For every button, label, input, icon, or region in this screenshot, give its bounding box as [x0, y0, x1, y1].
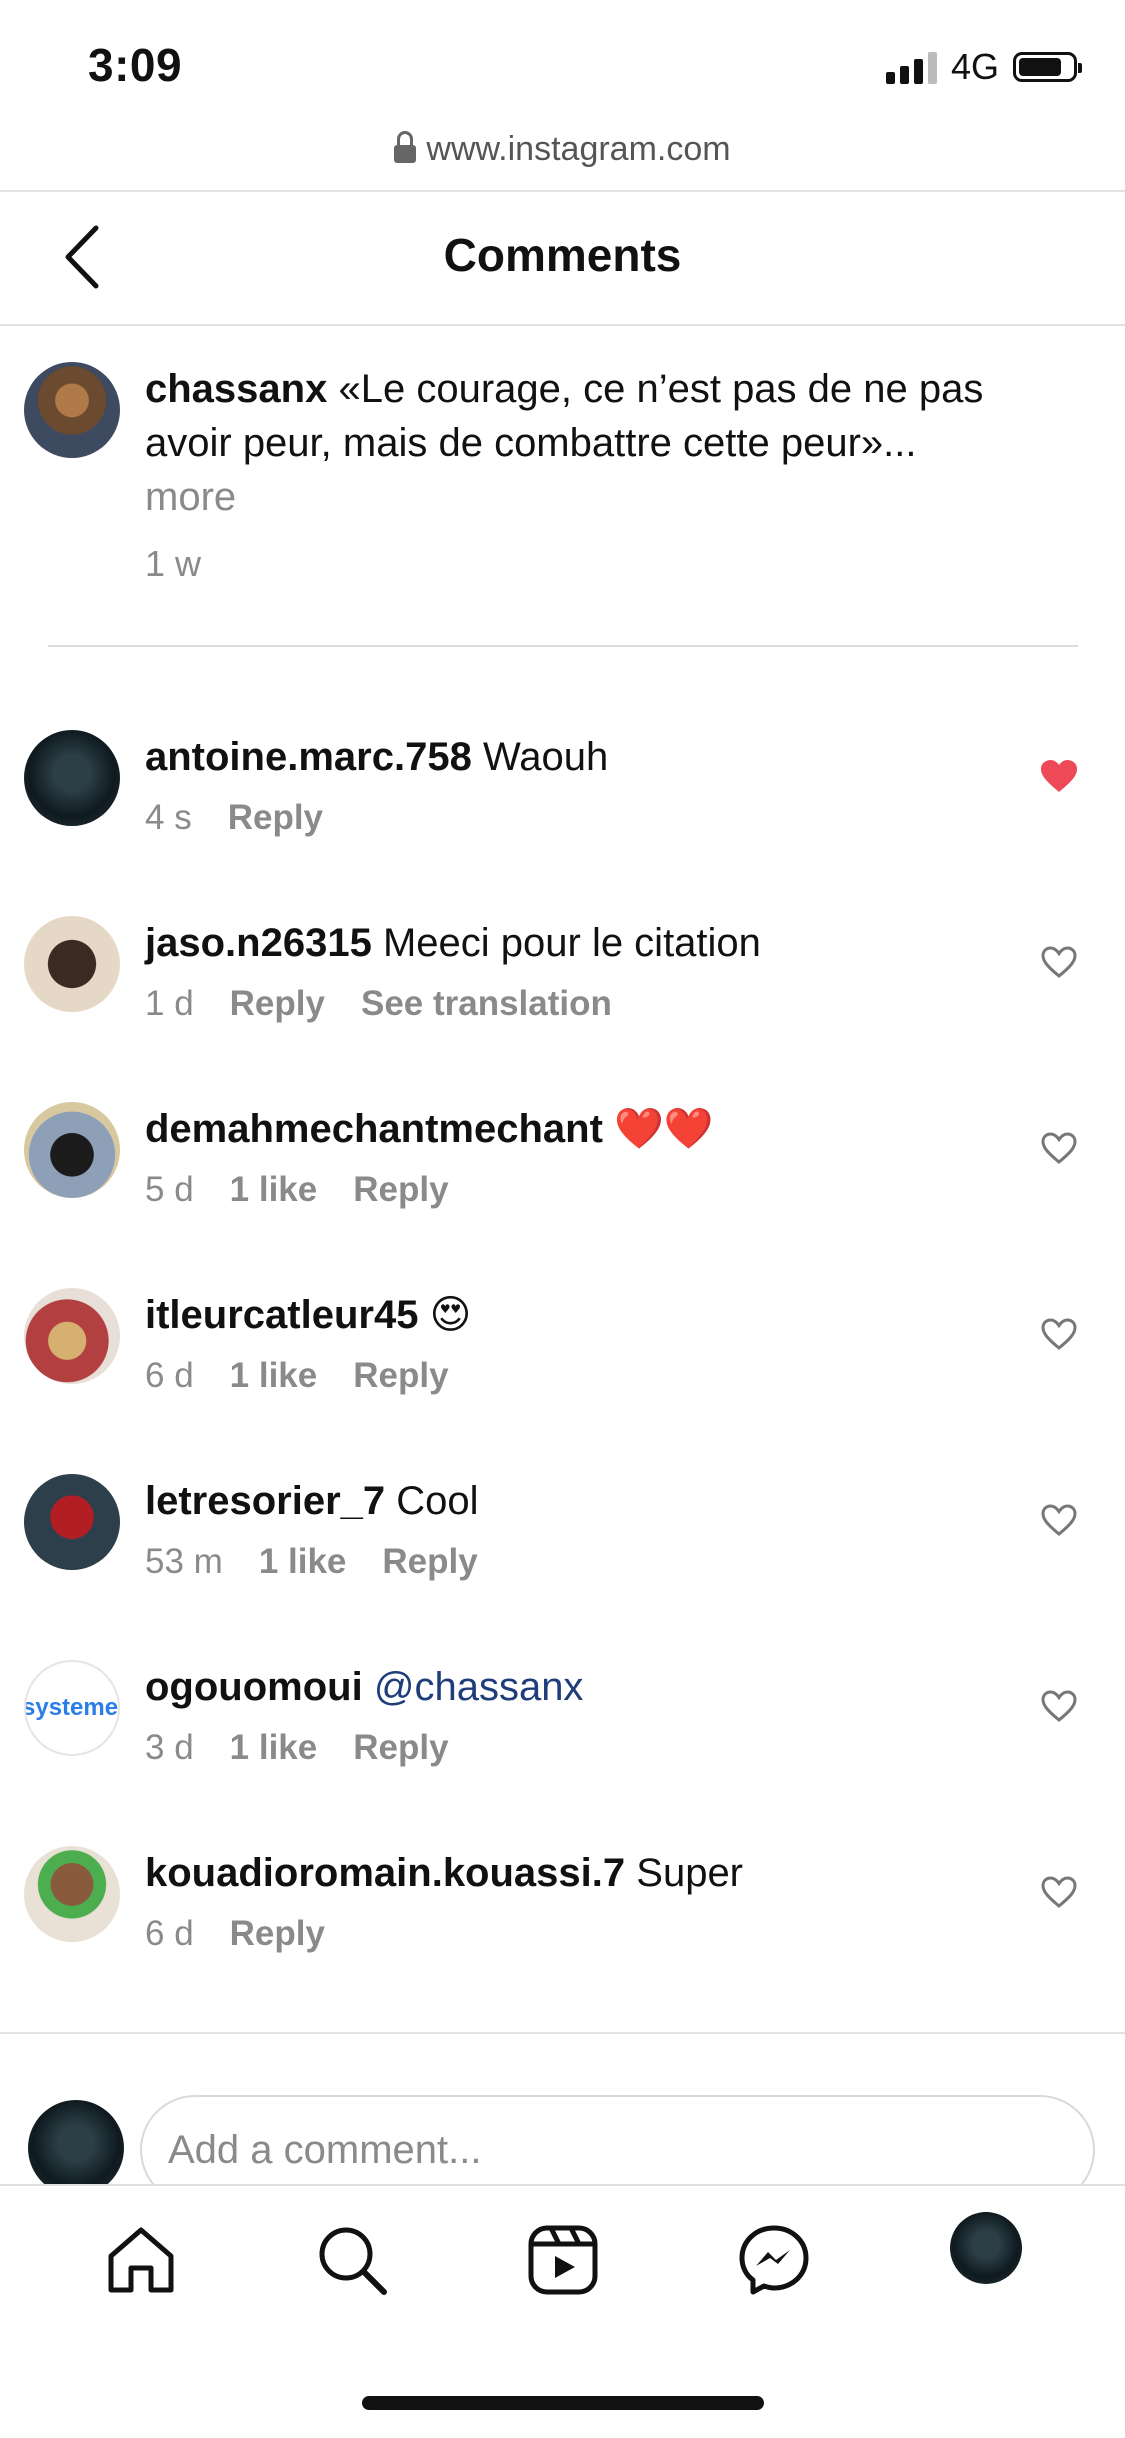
comment-text: Waouh [482, 735, 609, 779]
mention-link[interactable]: @chassanx [374, 1665, 584, 1709]
home-icon[interactable] [103, 2222, 179, 2298]
comment-item: demahmechantmechant ❤️❤️ 5 d 1 like Repl… [0, 1102, 1125, 1288]
comment-time: 5 d [145, 1170, 194, 1209]
divider [48, 645, 1078, 647]
heart-outline-icon[interactable] [1039, 1130, 1079, 1166]
reply-button[interactable]: Reply [353, 1170, 448, 1210]
avatar[interactable] [24, 730, 120, 826]
home-indicator[interactable] [362, 2396, 764, 2410]
comment-text: Meeci pour le citation [382, 921, 761, 965]
comment-username[interactable]: antoine.marc.758 [145, 735, 472, 779]
comment-input-placeholder: Add a comment... [168, 2127, 482, 2172]
reply-button[interactable]: Reply [230, 1914, 325, 1954]
reply-button[interactable]: Reply [353, 1356, 448, 1396]
comment-time: 3 d [145, 1728, 194, 1767]
url-text: www.instagram.com [426, 130, 731, 168]
comment-username[interactable]: jaso.n26315 [145, 921, 372, 965]
status-time: 3:09 [88, 39, 183, 91]
avatar[interactable]: systeme [24, 1660, 120, 1756]
reels-icon[interactable] [525, 2222, 601, 2298]
comment-time: 4 s [145, 798, 192, 837]
heart-outline-icon[interactable] [1039, 1316, 1079, 1352]
comment-username[interactable]: itleurcatleur45 [145, 1293, 418, 1337]
reply-button[interactable]: Reply [382, 1542, 477, 1582]
url-bar[interactable]: www.instagram.com [0, 130, 1125, 169]
comment-item: letresorier_7 Cool 53 m 1 like Reply [0, 1474, 1125, 1660]
avatar[interactable] [24, 362, 120, 458]
comment-time: 6 d [145, 1914, 194, 1953]
heart-outline-icon[interactable] [1039, 944, 1079, 980]
comment-time: 1 d [145, 984, 194, 1023]
comment-username[interactable]: ogouomoui [145, 1665, 363, 1709]
comment-text: ❤️❤️ [614, 1107, 714, 1151]
comment-item: jaso.n26315 Meeci pour le citation 1 d R… [0, 916, 1125, 1102]
comment-time: 53 m [145, 1542, 223, 1581]
see-translation-button[interactable]: See translation [361, 984, 612, 1024]
comment-text: Cool [396, 1479, 479, 1523]
comment-username[interactable]: kouadioromain.kouassi.7 [145, 1851, 625, 1895]
likes-count[interactable]: 1 like [230, 1170, 318, 1210]
comment-username[interactable]: letresorier_7 [145, 1479, 385, 1523]
avatar-logo-text: systeme [24, 1694, 119, 1721]
comment-item: itleurcatleur45 😍 6 d 1 like Reply [0, 1288, 1125, 1474]
messenger-icon[interactable] [736, 2222, 812, 2298]
divider [0, 190, 1125, 192]
likes-count[interactable]: 1 like [230, 1728, 318, 1768]
heart-filled-icon[interactable] [1039, 758, 1079, 794]
network-label: 4G [950, 46, 999, 87]
avatar[interactable] [24, 1288, 120, 1384]
search-icon[interactable] [314, 2222, 390, 2298]
divider [0, 324, 1125, 326]
comment-username[interactable]: demahmechantmechant [145, 1107, 603, 1151]
page-title: Comments [443, 229, 682, 281]
profile-avatar[interactable] [950, 2212, 1022, 2284]
reply-button[interactable]: Reply [353, 1728, 448, 1768]
comment-item: antoine.marc.758 Waouh 4 s Reply [0, 730, 1125, 916]
comment-item: kouadioromain.kouassi.7 Super 6 d Reply [0, 1846, 1125, 2032]
divider [0, 2032, 1125, 2034]
status-indicators: 4G [885, 46, 1082, 88]
heart-outline-icon[interactable] [1039, 1502, 1079, 1538]
heart-outline-icon[interactable] [1039, 1874, 1079, 1910]
avatar[interactable] [24, 1474, 120, 1570]
comment-time: 6 d [145, 1356, 194, 1395]
battery-icon [1013, 52, 1082, 82]
comment-text: 😍 [429, 1293, 472, 1337]
avatar[interactable] [28, 2100, 124, 2196]
avatar[interactable] [24, 1102, 120, 1198]
avatar[interactable] [24, 1846, 120, 1942]
avatar[interactable] [24, 916, 120, 1012]
likes-count[interactable]: 1 like [230, 1356, 318, 1396]
comment-text: Super [636, 1851, 744, 1895]
heart-outline-icon[interactable] [1039, 1688, 1079, 1724]
comment-item: systeme ogouomoui @chassanx 3 d 1 like R… [0, 1660, 1125, 1846]
reply-button[interactable]: Reply [228, 798, 323, 838]
signal-icon [885, 50, 937, 84]
caption-username[interactable]: chassanx [145, 367, 327, 411]
likes-count[interactable]: 1 like [259, 1542, 347, 1582]
reply-button[interactable]: Reply [230, 984, 325, 1024]
more-link[interactable]: more [145, 475, 236, 519]
caption: chassanx «Le courage, ce n’est pas de ne… [145, 362, 1065, 524]
lock-icon [394, 130, 417, 163]
caption-time: 1 w [145, 543, 202, 584]
